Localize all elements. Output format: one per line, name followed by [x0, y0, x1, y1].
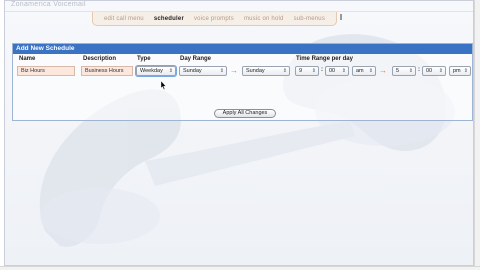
apply-all-changes-button[interactable]: Apply All Changes: [214, 109, 276, 118]
day-from-value: Sunday: [183, 68, 202, 74]
updown-chevron-icon: ⇕: [282, 68, 287, 74]
tab-scheduler[interactable]: scheduler: [149, 16, 189, 22]
column-time-range: Time Range per day: [296, 56, 353, 62]
column-type: Type: [137, 56, 151, 62]
start-minute-value: 00: [329, 68, 336, 74]
end-minute-select[interactable]: 00 ⇕: [422, 66, 446, 76]
updown-chevron-icon: ⇕: [368, 68, 373, 74]
start-minute-select[interactable]: 00 ⇕: [325, 66, 349, 76]
updown-chevron-icon: ⇕: [408, 68, 413, 74]
telephone-handset-icon: [39, 34, 455, 247]
tab-sub-menus[interactable]: sub-menus: [289, 16, 330, 22]
tab-voice-prompts[interactable]: voice prompts: [189, 16, 239, 22]
app-title: Zonamerica Voicemail: [11, 1, 86, 8]
day-to-value: Sunday: [246, 68, 265, 74]
time-colon: :: [418, 67, 420, 73]
updown-chevron-icon: ⇕: [438, 68, 443, 74]
window-right-edge: [474, 0, 480, 270]
schedule-name-field[interactable]: Biz Hours: [17, 66, 75, 76]
end-hour-select[interactable]: 5 ⇕: [392, 66, 416, 76]
start-hour-value: 9: [299, 68, 303, 74]
schedule-description-field[interactable]: Business Hours: [81, 66, 133, 76]
end-ampm-value: pm: [453, 68, 461, 74]
type-select-value: Weekday: [140, 68, 163, 74]
updown-chevron-icon: ⇕: [463, 68, 468, 74]
updown-chevron-icon: ⇕: [168, 68, 173, 74]
window-bottom-edge: [0, 266, 480, 270]
panel-title: Add New Schedule: [13, 44, 472, 54]
day-range-arrow-icon: →: [230, 66, 238, 75]
end-hour-value: 5: [396, 68, 400, 74]
column-day-range: Day Range: [180, 56, 212, 62]
time-range-arrow-icon: →: [379, 66, 387, 75]
type-select[interactable]: Weekday ⇕: [136, 66, 176, 76]
start-hour-select[interactable]: 9 ⇕: [295, 66, 319, 76]
day-to-select[interactable]: Sunday ⇕: [242, 66, 290, 76]
day-from-select[interactable]: Sunday ⇕: [179, 66, 227, 76]
tab-music-on-hold[interactable]: music on hold: [239, 16, 289, 22]
tab-bar: edit call menu scheduler voice prompts m…: [92, 12, 343, 26]
end-ampm-select[interactable]: pm ⇕: [449, 66, 471, 76]
tab-bar-grip: [340, 14, 343, 20]
start-ampm-select[interactable]: am ⇕: [352, 66, 376, 76]
end-minute-value: 00: [426, 68, 433, 74]
updown-chevron-icon: ⇕: [219, 68, 224, 74]
column-name: Name: [19, 56, 36, 62]
column-description: Description: [83, 56, 117, 62]
app-window: Zonamerica Voicemail edit call menu sche…: [4, 0, 474, 266]
mouse-pointer-icon: [161, 81, 167, 90]
time-colon: :: [321, 67, 323, 73]
tab-edit-call-menu[interactable]: edit call menu: [99, 16, 149, 22]
updown-chevron-icon: ⇕: [341, 68, 346, 74]
start-ampm-value: am: [356, 68, 364, 74]
updown-chevron-icon: ⇕: [311, 68, 316, 74]
